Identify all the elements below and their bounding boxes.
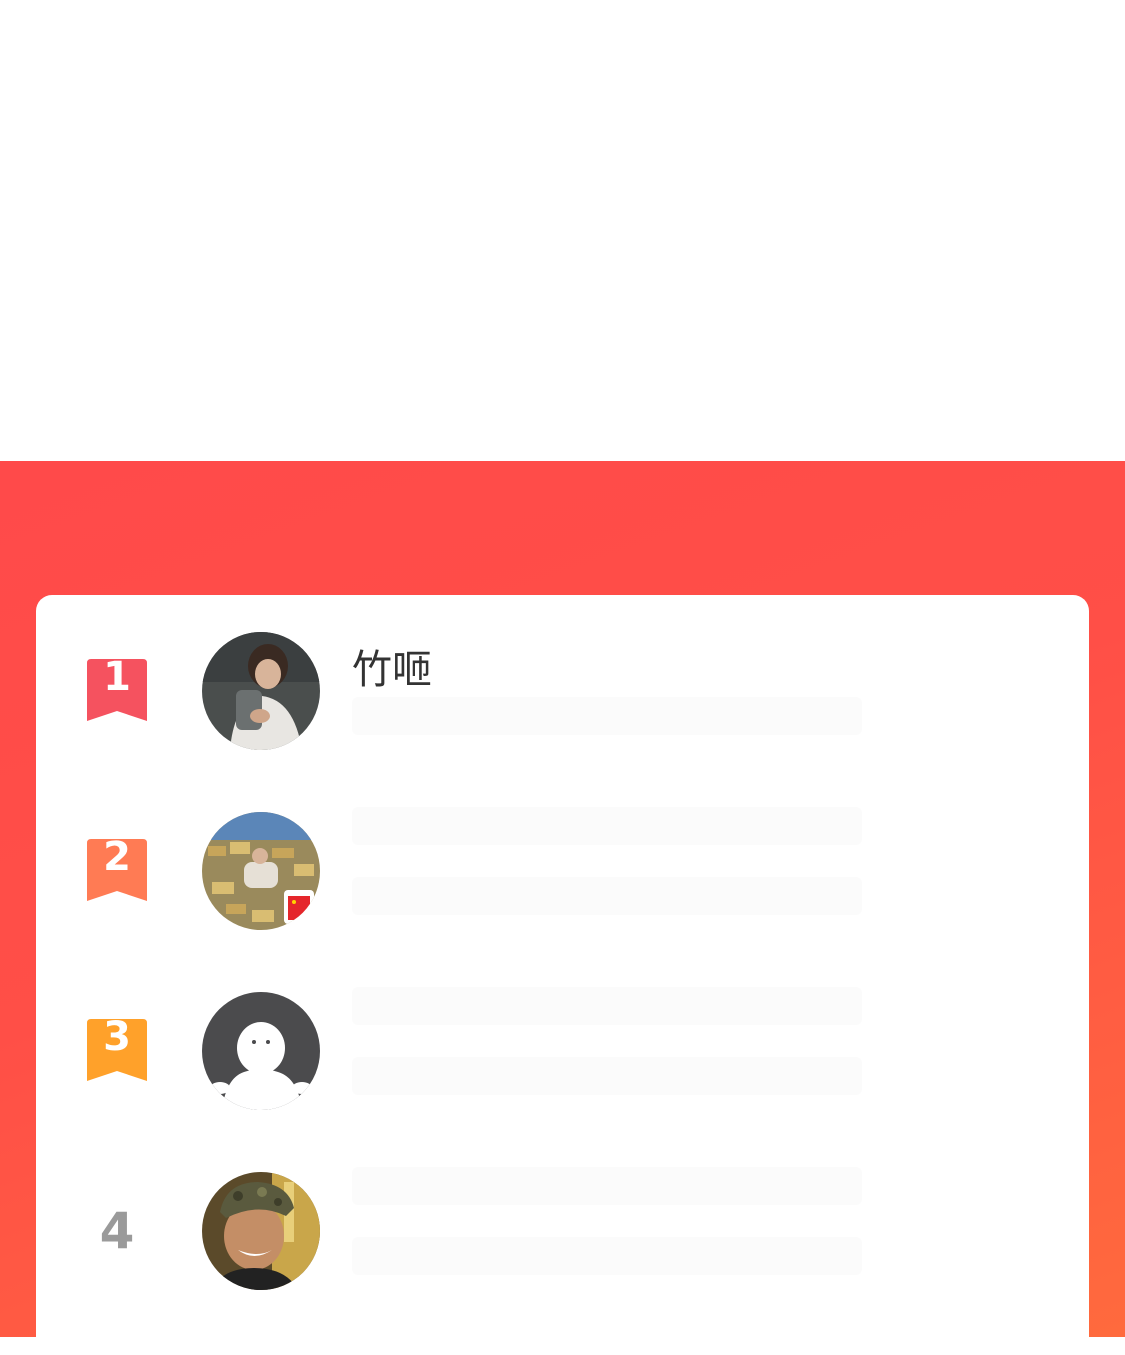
rank-number: 4 [99,1202,135,1260]
rank-number: 3 [103,1014,131,1060]
rank-ribbon-badge: 1 [87,655,147,721]
leaderboard-card: 1 竹咂 2 3 4 [36,595,1089,1355]
default-avatar-icon[interactable] [202,992,320,1110]
list-item[interactable]: 1 竹咂 [36,605,1089,785]
rank-number: 1 [103,654,131,700]
rank-ribbon-badge: 3 [87,1015,147,1081]
rank-number: 2 [103,834,131,880]
avatar[interactable] [202,632,320,750]
subtitle-placeholder [352,697,862,735]
avatar[interactable] [202,1172,320,1290]
list-item[interactable]: 2 [36,785,1089,965]
list-item[interactable]: 4 [36,1145,1089,1325]
blank-header-area [0,0,1125,461]
list-item[interactable]: 3 [36,965,1089,1145]
subtitle-placeholder [352,877,862,915]
avatar[interactable] [202,812,320,930]
user-name: 竹咂 [352,647,432,693]
name-placeholder [352,987,862,1025]
name-placeholder [352,807,862,845]
subtitle-placeholder [352,1057,862,1095]
subtitle-placeholder [352,1237,862,1275]
name-placeholder [352,1167,862,1205]
rank-ribbon-badge: 2 [87,835,147,901]
